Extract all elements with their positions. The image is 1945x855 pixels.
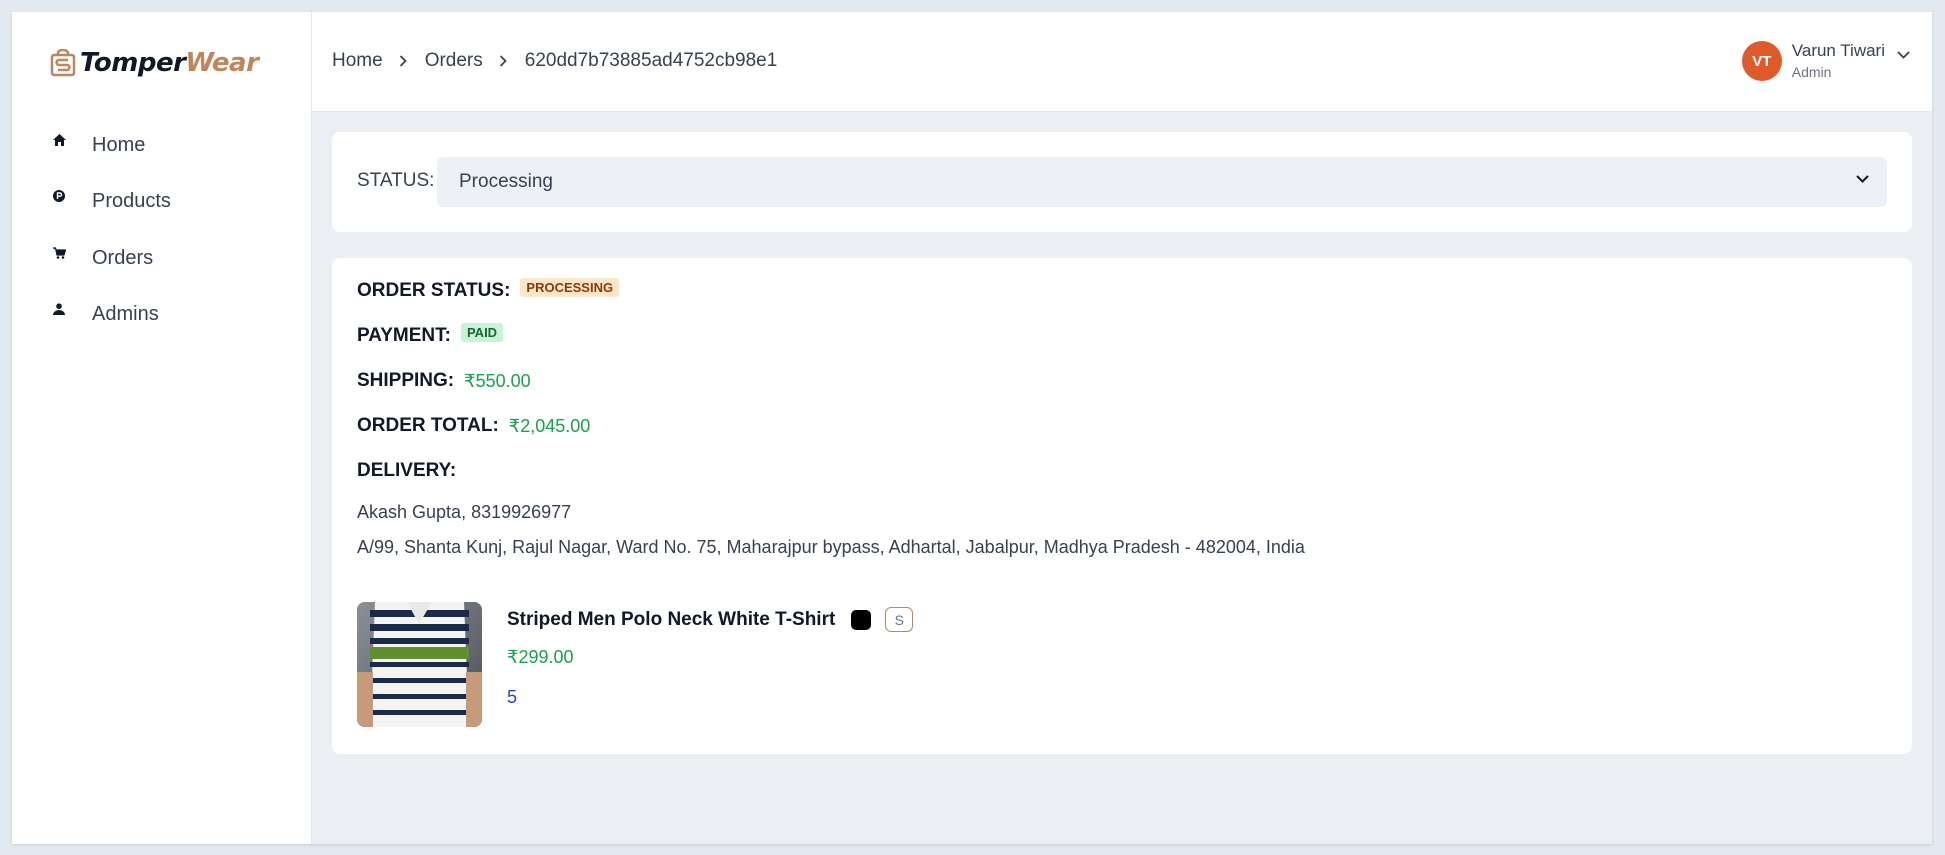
avatar: VT <box>1741 41 1782 81</box>
chevron-down-icon <box>1897 51 1910 59</box>
order-total-value: ₹2,045.00 <box>508 415 591 436</box>
delivery-row: DELIVERY: <box>357 460 466 482</box>
sidebar-item-admins[interactable]: Admins <box>52 299 159 329</box>
shipping-row: SHIPPING: ₹550.00 <box>357 370 531 392</box>
chevron-right-icon <box>499 55 507 67</box>
size-badge: S <box>885 607 914 632</box>
sidebar-item-label: Orders <box>92 246 154 269</box>
breadcrumb: Home Orders 620dd7b73885ad4752cb98e1 <box>332 50 777 72</box>
breadcrumb-current: 620dd7b73885ad4752cb98e1 <box>524 50 778 71</box>
order-status-label: ORDER STATUS: <box>357 280 511 301</box>
chevron-down-icon <box>1856 175 1869 183</box>
product-quantity: 5 <box>507 687 518 707</box>
sidebar-item-products[interactable]: Products <box>52 186 171 216</box>
order-details-card: ORDER STATUS: PROCESSING PAYMENT: PAID S… <box>332 258 1912 754</box>
delivery-contact: Akash Gupta, 8319926977 <box>357 502 572 522</box>
color-swatch <box>851 609 872 630</box>
brand-logo[interactable]: Tomper Wear <box>50 46 259 80</box>
product-price: ₹299.00 <box>507 647 574 667</box>
sidebar: Tomper Wear Home Products Orders Admins <box>12 12 312 844</box>
payment-row: PAYMENT: PAID <box>357 322 504 347</box>
status-select-value: Processing <box>459 171 553 192</box>
payment-badge: PAID <box>460 322 504 342</box>
sidebar-item-label: Admins <box>92 302 159 325</box>
product-name[interactable]: Striped Men Polo Neck White T-Shirt <box>507 609 835 631</box>
brand-name-part-2: Wear <box>185 48 259 78</box>
cart-icon <box>52 246 66 260</box>
app-window: Tomper Wear Home Products Orders Admins … <box>12 12 1932 844</box>
chevron-right-icon <box>399 55 407 67</box>
sidebar-item-orders[interactable]: Orders <box>52 243 153 273</box>
order-status-row: ORDER STATUS: PROCESSING <box>357 277 620 302</box>
top-header: Home Orders 620dd7b73885ad4752cb98e1 VT … <box>312 12 1932 112</box>
status-select[interactable]: Processing <box>437 157 1887 207</box>
sidebar-item-home[interactable]: Home <box>52 130 145 160</box>
status-badge: PROCESSING <box>520 277 620 297</box>
order-total-row: ORDER TOTAL: ₹2,045.00 <box>357 415 590 437</box>
status-label: STATUS: <box>357 170 435 191</box>
user-role: Admin <box>1791 64 1832 80</box>
shipping-label: SHIPPING: <box>357 370 455 391</box>
breadcrumb-home-link[interactable]: Home <box>332 50 383 72</box>
home-icon <box>52 133 66 147</box>
sidebar-item-label: Products <box>92 189 171 212</box>
brand-name-part-1: Tomper <box>80 48 186 78</box>
user-name: Varun Tiwari <box>1791 41 1885 60</box>
user-icon <box>52 302 66 316</box>
product-image[interactable] <box>357 602 482 727</box>
delivery-label: DELIVERY: <box>357 460 457 481</box>
payment-label: PAYMENT: <box>357 325 451 346</box>
shopping-bag-icon <box>50 49 76 77</box>
user-info: Varun Tiwari Admin <box>1792 40 1885 82</box>
status-card: STATUS: Processing <box>332 132 1912 232</box>
product-title-row: Striped Men Polo Neck White T-Shirt S <box>507 607 914 632</box>
breadcrumb-orders-link[interactable]: Orders <box>425 50 483 72</box>
shipping-value: ₹550.00 <box>464 370 531 391</box>
sidebar-item-label: Home <box>92 133 146 156</box>
order-total-label: ORDER TOTAL: <box>357 415 499 436</box>
user-menu[interactable]: VT Varun Tiwari Admin <box>1741 40 1910 82</box>
product-icon <box>52 189 66 203</box>
delivery-address: A/99, Shanta Kunj, Rajul Nagar, Ward No.… <box>357 537 1305 557</box>
